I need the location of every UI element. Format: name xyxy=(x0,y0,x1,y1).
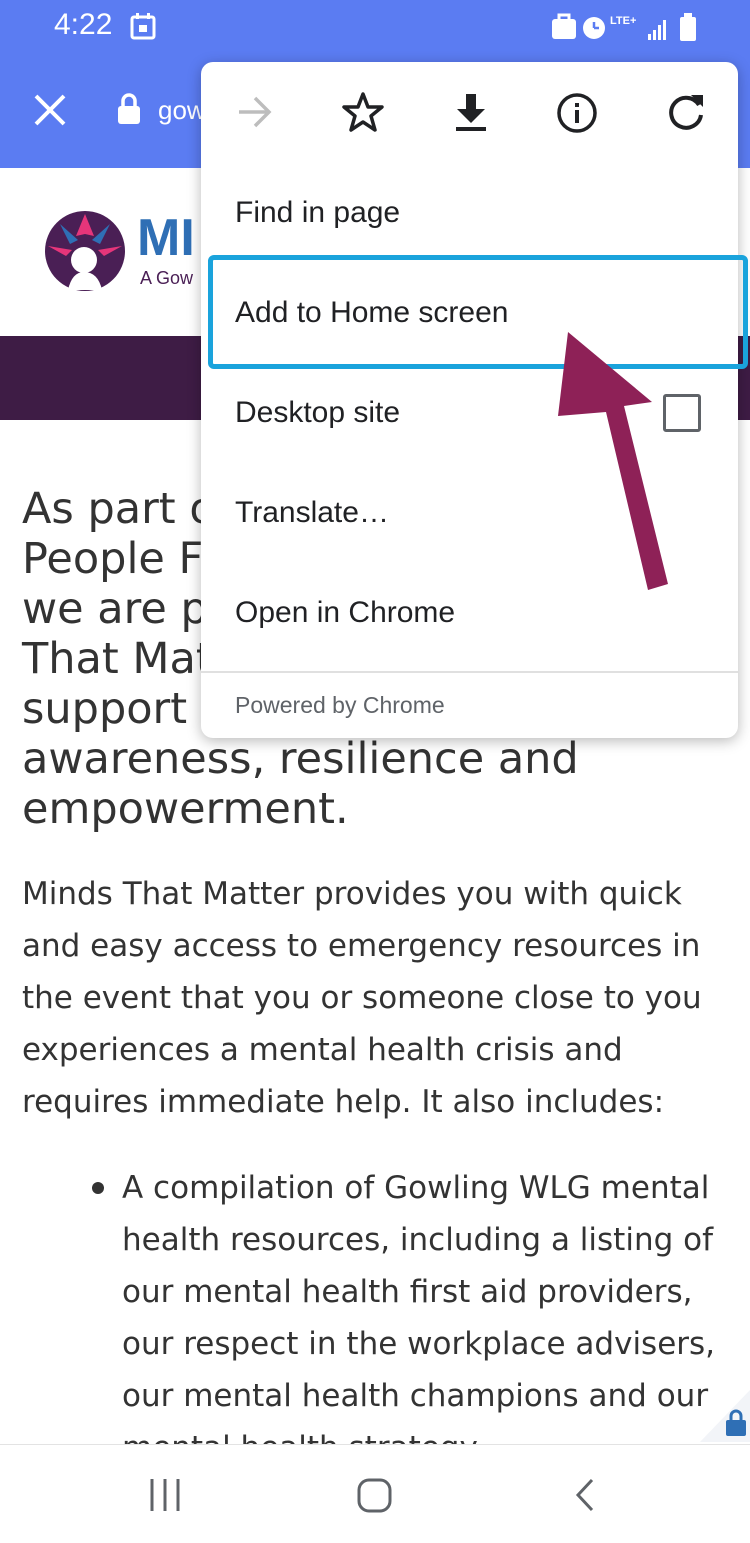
menu-item-desktop-site[interactable]: Desktop site xyxy=(235,396,400,430)
refresh-icon[interactable] xyxy=(665,91,707,133)
annotation-arrow-icon xyxy=(558,332,668,590)
menu-item-translate[interactable]: Translate… xyxy=(235,496,389,530)
status-time: 4:22 xyxy=(54,8,113,41)
close-icon[interactable] xyxy=(32,92,68,128)
paragraph-line: experiences a mental health crisis and xyxy=(22,1032,623,1068)
status-icons: LTE+ xyxy=(552,13,696,41)
bullet-line: our mental health first aid providers, xyxy=(122,1274,693,1310)
forward-arrow-icon[interactable] xyxy=(235,92,275,132)
bullet-dot xyxy=(92,1182,104,1194)
recent-apps-icon[interactable] xyxy=(148,1477,184,1513)
bullet-line: our mental health champions and our xyxy=(122,1378,709,1414)
android-nav-bar xyxy=(0,1444,750,1543)
menu-item-open-in-chrome[interactable]: Open in Chrome xyxy=(235,596,455,630)
star-icon[interactable] xyxy=(341,90,385,134)
url-text[interactable]: gow xyxy=(158,95,206,126)
paragraph-line: the event that you or someone close to y… xyxy=(22,980,702,1016)
body-paragraph: Minds That Matter provides you with quic… xyxy=(22,868,722,1128)
bullet-line: our respect in the workplace advisers, xyxy=(122,1326,716,1362)
powered-by-label: Powered by Chrome xyxy=(235,692,445,718)
svg-text:LTE+: LTE+ xyxy=(610,15,636,27)
back-icon[interactable] xyxy=(570,1477,600,1513)
lock-icon xyxy=(118,93,140,124)
bullet-item: A compilation of Gowling WLG mental heal… xyxy=(122,1162,742,1474)
download-icon[interactable] xyxy=(451,92,491,134)
calendar-icon xyxy=(130,13,156,40)
paragraph-line: Minds That Matter provides you with quic… xyxy=(22,876,682,912)
recaptcha-badge-icon xyxy=(700,1390,750,1442)
status-bar: 4:22 LTE+ xyxy=(0,0,750,52)
info-icon[interactable] xyxy=(555,91,599,135)
logo-icon xyxy=(45,211,125,291)
menu-item-find-in-page[interactable]: Find in page xyxy=(235,196,400,230)
logo-text: MI xyxy=(137,209,195,267)
lead-line: awareness, resilience and xyxy=(22,734,579,784)
bullet-line: health resources, including a listing of xyxy=(122,1222,714,1258)
logo-subtitle: A Gow xyxy=(140,268,194,288)
menu-divider xyxy=(201,671,738,673)
paragraph-line: and easy access to emergency resources i… xyxy=(22,928,701,964)
home-icon[interactable] xyxy=(356,1477,394,1515)
lead-line: empowerment. xyxy=(22,784,349,834)
paragraph-line: requires immediate help. It also include… xyxy=(22,1084,665,1120)
bullet-line: A compilation of Gowling WLG mental xyxy=(122,1170,710,1206)
